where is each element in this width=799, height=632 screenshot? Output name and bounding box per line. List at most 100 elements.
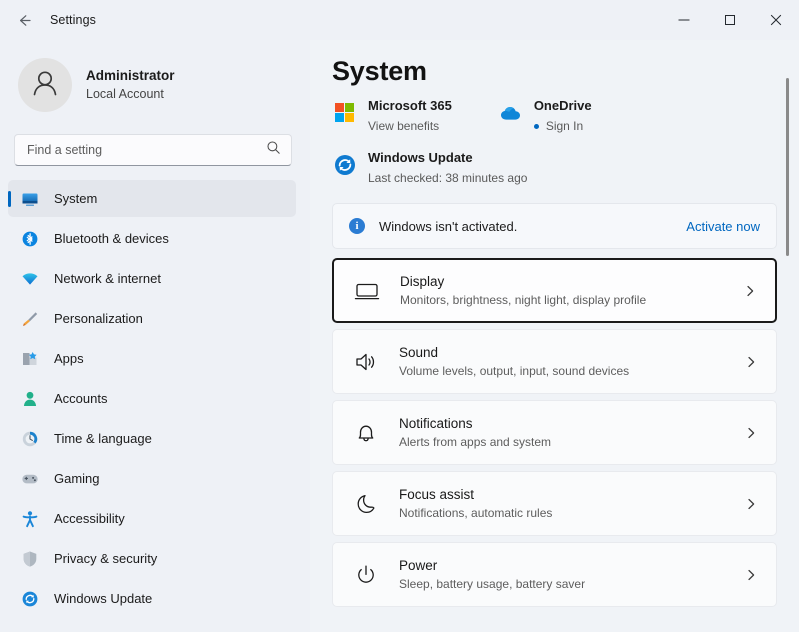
- clock-icon: [20, 429, 40, 449]
- sidebar-item-label: Accessibility: [54, 511, 125, 526]
- card-subtitle: Sleep, battery usage, battery saver: [399, 576, 586, 591]
- content-scrollbar[interactable]: [782, 40, 794, 632]
- card-text: Notifications Alerts from apps and syste…: [399, 415, 742, 451]
- sidebar-item-privacy-security[interactable]: Privacy & security: [8, 540, 296, 577]
- sidebar-item-label: Accounts: [54, 391, 108, 406]
- back-arrow-icon: [16, 12, 33, 29]
- activation-banner: i Windows isn't activated. Activate now: [332, 203, 777, 249]
- title-bar: Settings: [0, 0, 799, 40]
- sidebar-item-apps[interactable]: Apps: [8, 340, 296, 377]
- app-title: Settings: [50, 13, 96, 27]
- sidebar-item-network-internet[interactable]: Network & internet: [8, 260, 296, 297]
- monitor-icon: [20, 189, 40, 209]
- microsoft365-title: Microsoft 365: [368, 98, 452, 113]
- settings-window: Settings Administrator Local Account Fin…: [0, 0, 799, 632]
- avatar: [18, 58, 72, 112]
- chevron-right-icon: [742, 568, 760, 582]
- minimize-button[interactable]: [661, 0, 707, 40]
- chevron-right-icon: [741, 284, 759, 298]
- card-subtitle: Volume levels, output, input, sound devi…: [399, 363, 630, 378]
- close-icon: [770, 14, 782, 26]
- account-name: Administrator: [86, 68, 175, 83]
- moon-icon: [351, 491, 381, 517]
- sidebar: Administrator Local Account Find a setti…: [0, 40, 310, 632]
- sidebar-item-windows-update[interactable]: Windows Update: [8, 580, 296, 617]
- sidebar-item-label: Time & language: [54, 431, 152, 446]
- content-pane: System Microsoft 365 View benefits OneDr…: [310, 40, 799, 632]
- apps-icon: [20, 349, 40, 369]
- info-icon: i: [349, 218, 365, 234]
- sidebar-item-label: Windows Update: [54, 591, 153, 606]
- person-icon: [20, 389, 40, 409]
- sidebar-item-label: Gaming: [54, 471, 100, 486]
- microsoft365-promo[interactable]: Microsoft 365 View benefits: [332, 97, 452, 135]
- wifi-icon: [20, 269, 40, 289]
- onedrive-text: OneDrive Sign In: [533, 97, 592, 135]
- card-title: Notifications: [399, 415, 473, 431]
- onedrive-cloud-icon: [498, 100, 524, 126]
- sidebar-nav: System Bluetooth & devices Network & int…: [0, 180, 310, 617]
- windows-update-title: Windows Update: [368, 150, 473, 165]
- close-button[interactable]: [753, 0, 799, 40]
- activation-banner-text: Windows isn't activated.: [379, 218, 518, 234]
- update-refresh-icon: [332, 152, 358, 178]
- sidebar-item-label: Bluetooth & devices: [54, 231, 169, 246]
- minimize-icon: [678, 14, 690, 26]
- card-subtitle: Alerts from apps and system: [399, 434, 552, 449]
- sidebar-item-bluetooth-devices[interactable]: Bluetooth & devices: [8, 220, 296, 257]
- sidebar-item-system[interactable]: System: [8, 180, 296, 217]
- onedrive-title: OneDrive: [533, 98, 592, 113]
- card-title: Focus assist: [399, 486, 475, 502]
- accessibility-icon: [20, 509, 40, 529]
- bell-icon: [351, 420, 381, 446]
- power-icon: [351, 562, 381, 588]
- settings-card-power[interactable]: Power Sleep, battery usage, battery save…: [332, 542, 777, 607]
- microsoft-logo-icon: [332, 100, 358, 126]
- card-title: Sound: [399, 344, 439, 360]
- sidebar-item-accessibility[interactable]: Accessibility: [8, 500, 296, 537]
- promo-row: Microsoft 365 View benefits OneDrive Sig…: [332, 97, 799, 135]
- gamepad-icon: [20, 469, 40, 489]
- card-text: Power Sleep, battery usage, battery save…: [399, 557, 742, 593]
- shield-icon: [20, 549, 40, 569]
- sidebar-item-accounts[interactable]: Accounts: [8, 380, 296, 417]
- settings-card-notifications[interactable]: Notifications Alerts from apps and syste…: [332, 400, 777, 465]
- windows-update-text: Windows Update Last checked: 38 minutes …: [368, 149, 527, 187]
- person-icon: [28, 66, 62, 105]
- settings-card-display[interactable]: Display Monitors, brightness, night ligh…: [332, 258, 777, 323]
- activate-now-link[interactable]: Activate now: [686, 219, 760, 234]
- search-box[interactable]: [14, 134, 292, 166]
- maximize-button[interactable]: [707, 0, 753, 40]
- window-controls: [661, 0, 799, 40]
- search-icon[interactable]: [266, 140, 281, 160]
- maximize-icon: [724, 14, 736, 26]
- onedrive-status: Sign In: [533, 117, 592, 135]
- monitor-icon: [352, 278, 382, 304]
- card-subtitle: Monitors, brightness, night light, displ…: [400, 292, 647, 307]
- sidebar-item-label: Apps: [54, 351, 84, 366]
- sidebar-item-time-language[interactable]: Time & language: [8, 420, 296, 457]
- card-title: Display: [400, 273, 445, 289]
- sidebar-item-gaming[interactable]: Gaming: [8, 460, 296, 497]
- card-text: Sound Volume levels, output, input, soun…: [399, 344, 742, 380]
- card-text: Display Monitors, brightness, night ligh…: [400, 273, 741, 309]
- card-subtitle: Notifications, automatic rules: [399, 505, 553, 520]
- bluetooth-icon: [20, 229, 40, 249]
- microsoft365-subtitle: View benefits: [368, 119, 440, 133]
- settings-card-sound[interactable]: Sound Volume levels, output, input, soun…: [332, 329, 777, 394]
- settings-card-focus-assist[interactable]: Focus assist Notifications, automatic ru…: [332, 471, 777, 536]
- search-input[interactable]: [27, 143, 266, 157]
- brush-icon: [20, 309, 40, 329]
- speaker-icon: [351, 349, 381, 375]
- windows-update-promo[interactable]: Windows Update Last checked: 38 minutes …: [332, 149, 799, 187]
- settings-cards: Display Monitors, brightness, night ligh…: [332, 258, 777, 607]
- scrollbar-thumb[interactable]: [786, 78, 789, 256]
- onedrive-status-label: Sign In: [545, 119, 584, 133]
- windows-update-subtitle: Last checked: 38 minutes ago: [368, 171, 528, 185]
- chevron-right-icon: [742, 426, 760, 440]
- back-button[interactable]: [8, 4, 40, 36]
- onedrive-promo[interactable]: OneDrive Sign In: [498, 97, 592, 135]
- card-text: Focus assist Notifications, automatic ru…: [399, 486, 742, 522]
- sidebar-item-personalization[interactable]: Personalization: [8, 300, 296, 337]
- account-block[interactable]: Administrator Local Account: [0, 40, 310, 116]
